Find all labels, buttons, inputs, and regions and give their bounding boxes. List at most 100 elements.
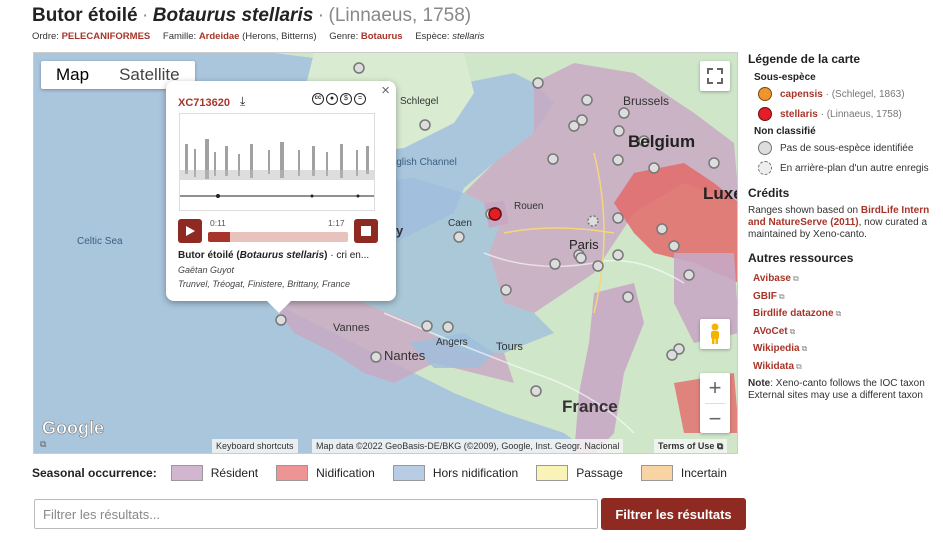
stop-icon <box>361 226 371 236</box>
fullscreen-button[interactable] <box>700 61 730 91</box>
range-map[interactable]: Celtic Sea English Channel Brussels Belg… <box>33 52 738 454</box>
legend-item-capensis[interactable]: capensis · (Schlegel, 1863) <box>758 87 943 101</box>
close-popup-button[interactable]: × <box>381 82 390 99</box>
map-label-rouen: Rouen <box>514 201 543 212</box>
seasonal-occurrence-legend: Seasonal occurrence: Résident Nidificati… <box>32 465 745 481</box>
external-link-icon: ⧉ <box>716 441 724 451</box>
stop-button[interactable] <box>354 219 378 243</box>
legend-item-no-subspecies: Pas de sous-espèce identifiée <box>758 141 943 155</box>
dashed-marker-icon <box>758 161 772 175</box>
map-label-nantes: Nantes <box>384 348 426 363</box>
season-breeding: Nidification <box>276 465 375 481</box>
map-label-lux: Luxe <box>703 184 738 203</box>
order-link[interactable]: PELECANIFORMES <box>62 31 151 42</box>
map-data-attribution: Map data ©2022 GeoBasis-DE/BKG (©2009), … <box>312 439 624 453</box>
legend-title: Légende de la carte <box>748 52 861 66</box>
playback-progress-fill <box>208 232 231 242</box>
map-label-vannes: Vannes <box>333 322 370 334</box>
license-icons[interactable]: cc ● $ = <box>312 93 366 105</box>
map-label-paris: Paris <box>569 237 599 252</box>
resource-link-avocet[interactable]: AVoCet <box>753 326 788 337</box>
common-name: Butor étoilé <box>32 5 138 26</box>
playback-progress[interactable] <box>208 232 348 242</box>
legend-item-background: En arrière-plan d'un autre enregis <box>758 161 943 175</box>
season-swatch <box>392 465 425 481</box>
external-link-icon: ⧉ <box>778 291 785 301</box>
credits-title: Crédits <box>748 186 790 200</box>
external-link-icon: ⧉ <box>789 326 796 336</box>
page-title: Butor étoilé · Botaurus stellaris · (Lin… <box>32 5 472 26</box>
resource-link-wikidata[interactable]: Wikidata <box>753 361 794 372</box>
season-swatch <box>276 465 309 481</box>
recording-popup: × XC713620 ⤓ cc ● $ = 0:11 1:17 Butor ét… <box>166 81 396 313</box>
nd-icon: = <box>354 93 366 105</box>
external-link-icon[interactable]: ⧉ <box>40 439 46 450</box>
season-uncertain: Incertain <box>640 465 727 481</box>
by-icon: ● <box>326 93 338 105</box>
season-swatch <box>536 465 569 481</box>
nc-icon: $ <box>340 93 352 105</box>
map-legend: Légende de la carte Sous-espèce capensis… <box>748 52 943 402</box>
recording-location: Trunvel, Tréogat, Finistere, Brittany, F… <box>178 279 351 289</box>
unclassified-heading: Non classifié <box>754 126 816 137</box>
note-text: Note: Xeno-canto follows the IOC taxon E… <box>748 378 925 401</box>
resource-link-wikipedia[interactable]: Wikipedia <box>753 343 800 354</box>
sonogram[interactable] <box>179 113 375 211</box>
download-icon[interactable]: ⤓ <box>240 94 245 109</box>
resource-link-gbif[interactable]: GBIF <box>753 291 777 302</box>
time-current: 0:11 <box>210 218 226 228</box>
resource-link-avibase[interactable]: Avibase <box>753 273 791 284</box>
seasonal-label: Seasonal occurrence: <box>32 466 157 480</box>
play-button[interactable] <box>178 219 202 243</box>
credits-text: Ranges shown based on BirdLife Intern an… <box>748 205 930 240</box>
recording-title: Butor étoilé (Botaurus stellaris) · cri … <box>178 250 370 261</box>
terms-of-use-link[interactable]: Terms of Use ⧉ <box>654 439 728 453</box>
external-link-icon: ⧉ <box>835 309 842 318</box>
map-label-angers: Angers <box>436 337 468 348</box>
season-swatch <box>170 465 203 481</box>
map-label-schlegel: Schlegel <box>400 96 438 107</box>
season-resident: Résident <box>170 465 258 481</box>
zoom-out-button[interactable]: − <box>705 403 725 433</box>
filter-button[interactable]: Filtrer les résultats <box>601 498 746 530</box>
cc-icon: cc <box>312 93 324 105</box>
keyboard-shortcuts-link[interactable]: Keyboard shortcuts <box>212 439 298 453</box>
resource-link-birdlife[interactable]: Birdlife datazone <box>753 308 834 319</box>
google-logo: Google <box>42 418 104 438</box>
authority: (Linnaeus, 1758) <box>328 5 472 26</box>
family-link[interactable]: Ardeidae <box>199 31 240 42</box>
season-nonbreeding: Hors nidification <box>392 465 518 481</box>
map-tab-map[interactable]: Map <box>41 61 104 89</box>
recording-id-link[interactable]: XC713620 <box>178 97 230 109</box>
subspecies-heading: Sous-espèce <box>754 72 816 83</box>
zoom-control: + − <box>700 373 730 433</box>
capensis-marker-icon <box>758 87 772 101</box>
recordist-name: Gaëtan Guyot <box>178 265 235 275</box>
legend-item-stellaris[interactable]: stellaris · (Linnaeus, 1758) <box>758 107 943 121</box>
sonogram-image <box>180 139 374 198</box>
filter-input[interactable] <box>34 499 598 529</box>
map-label-celtic-sea: Celtic Sea <box>77 236 123 247</box>
time-total: 1:17 <box>328 218 345 228</box>
map-label-tours: Tours <box>496 341 523 353</box>
zoom-in-button[interactable]: + <box>709 373 722 403</box>
gray-marker-icon <box>758 141 772 155</box>
scientific-name: Botaurus stellaris <box>152 5 314 26</box>
taxonomy-line: Ordre: PELECANIFORMES Famille: Ardeidae … <box>32 31 485 42</box>
fullscreen-icon <box>707 68 723 84</box>
external-link-icon: ⧉ <box>801 344 808 353</box>
genus-link[interactable]: Botaurus <box>361 31 403 42</box>
resources-list: Avibase ⧉ GBIF ⧉ Birdlife datazone ⧉ AVoCet… <box>753 270 943 375</box>
play-icon <box>186 226 195 236</box>
map-label-y: y <box>396 223 404 238</box>
map-label-caen: Caen <box>448 218 472 229</box>
map-label-france: France <box>562 397 618 416</box>
street-view-button[interactable] <box>700 319 730 349</box>
species-name: stellaris <box>452 31 485 42</box>
resources-title: Autres ressources <box>748 251 854 265</box>
external-link-icon: ⧉ <box>796 361 802 371</box>
external-link-icon: ⧉ <box>792 274 799 283</box>
map-label-belgium: Belgium <box>628 132 695 151</box>
stellaris-marker-icon <box>758 107 772 121</box>
pegman-icon <box>711 323 719 344</box>
